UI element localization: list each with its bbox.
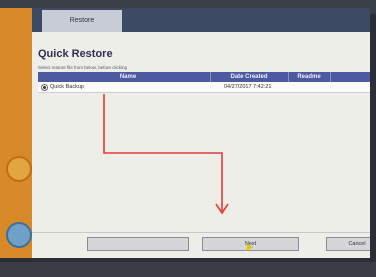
- desktop-background-strip: [0, 8, 32, 258]
- desktop-app-icon[interactable]: [6, 156, 32, 182]
- cancel-button[interactable]: Cancel: [326, 237, 370, 251]
- monitor-bezel-bottom: [0, 262, 376, 277]
- annotation-arrow: [103, 94, 229, 215]
- restore-window: Restore Quick Restore Select restore fil…: [32, 8, 370, 258]
- footer-divider: [32, 232, 370, 233]
- desktop-app-icon[interactable]: [6, 222, 32, 248]
- mouse-cursor-icon: ➤: [244, 240, 255, 254]
- back-button[interactable]: [87, 237, 189, 251]
